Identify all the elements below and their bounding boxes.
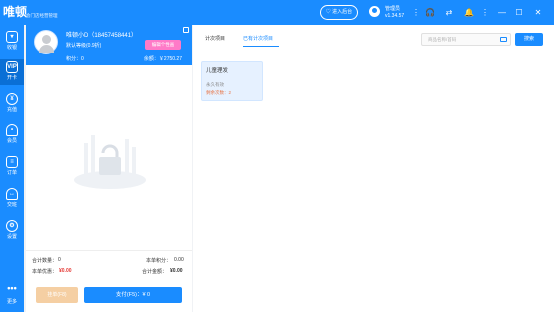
sidebar-item-recharge[interactable]: ¥ 充值: [0, 91, 24, 117]
more-dots-icon: •••: [7, 283, 17, 293]
cart-panel: 唯顿小D（18457458441） 默认等级(0.9折) 编辑个性画 积分：0 …: [26, 25, 192, 312]
recharge-icon: ¥: [6, 93, 18, 105]
sidebar-item-shift[interactable]: ↔ 交班: [0, 186, 24, 212]
search-placeholder: 商品名称/首码: [428, 37, 457, 42]
more-icon[interactable]: ⋮: [480, 8, 490, 18]
sidebar-item-label: 会员: [6, 138, 17, 144]
count-label: 合计数量：: [32, 258, 58, 264]
search-input[interactable]: 商品名称/首码: [421, 33, 511, 46]
tab-count-items[interactable]: 计次项目: [205, 35, 225, 42]
tab-owned-count-items[interactable]: 已有计次项目: [243, 35, 273, 42]
copy-icon[interactable]: [183, 27, 189, 33]
sidebar-item-member[interactable]: • 会员: [0, 122, 24, 148]
sidebar-item-label: 订单: [6, 170, 17, 176]
card-validity: 永久有效: [206, 82, 224, 87]
member-points: 积分：0: [66, 56, 84, 62]
app-logo: 唯顿: [3, 5, 28, 19]
member-icon: •: [6, 124, 18, 136]
headset-icon[interactable]: 🎧: [425, 8, 435, 18]
search-button[interactable]: 搜索: [515, 33, 543, 46]
member-avatar: [34, 30, 58, 54]
card-remaining: 剩余次数：2: [206, 90, 232, 95]
sidebar-item-label: 设置: [6, 234, 17, 240]
count-value: 0: [58, 257, 61, 263]
total-value: ¥0.00: [170, 268, 183, 274]
title-bar: 唯顿 会门店经营管理 ♡ 进入后台 管理员 v1.34.57 ⋮ 🎧 ⇄ 🔔 ⋮…: [0, 0, 554, 25]
sidebar-item-order[interactable]: ≡ 订单: [0, 154, 24, 180]
bell-icon[interactable]: 🔔: [464, 8, 474, 18]
discount-label: 本单优惠：: [32, 269, 58, 275]
total-label: 合计金额：: [142, 269, 168, 275]
vip-icon: VIP: [6, 61, 18, 73]
sidebar-item-settings[interactable]: ⚙ 设置: [0, 218, 24, 244]
pay-button[interactable]: 支付(F5)：¥ 0: [84, 287, 182, 303]
sidebar-item-cashier[interactable]: ▾ 收银: [0, 29, 24, 55]
card-title: 儿童理发: [206, 68, 229, 74]
sidebar: ▾ 收银 VIP 开卡 ¥ 充值 • 会员 ≡ 订单 ↔ 交班 ⚙ 设置 •••…: [0, 25, 24, 312]
empty-cart-illustration: [74, 135, 146, 189]
sidebar-item-label: 收银: [6, 45, 17, 51]
settings-icon: ⚙: [6, 220, 18, 232]
edit-member-button[interactable]: 编辑个性画: [145, 40, 181, 50]
sidebar-item-label: 充值: [6, 107, 17, 113]
scan-icon[interactable]: [500, 37, 507, 42]
points-label: 本单积分：: [146, 258, 172, 264]
member-name: 唯顿小D（18457458441）: [66, 33, 138, 39]
sidebar-item-more[interactable]: ••• 更多: [0, 283, 24, 309]
more-icon[interactable]: ⋮: [411, 8, 421, 18]
app-slogan: 会门店经营管理: [26, 13, 58, 18]
discount-value: ¥0.00: [59, 268, 72, 274]
order-summary: 合计数量： 0 本单积分： 0.00 本单优惠： ¥0.00 合计金额： ¥0.…: [26, 250, 192, 280]
switch-icon[interactable]: ⇄: [444, 8, 454, 18]
points-value: 0.00: [174, 257, 184, 263]
cashier-icon: ▾: [6, 31, 18, 43]
minimize-icon[interactable]: —: [497, 8, 507, 18]
sidebar-item-label: 交班: [6, 202, 17, 208]
order-icon: ≡: [6, 156, 18, 168]
active-tab-indicator: [243, 46, 279, 47]
admin-name: 管理员: [385, 6, 401, 12]
member-level: 默认等级(0.9折): [66, 43, 102, 49]
product-panel: 计次项目 已有计次项目 商品名称/首码 搜索 儿童理发 永久有效 剩余次数：2: [193, 25, 554, 312]
maximize-icon[interactable]: ☐: [514, 8, 524, 18]
admin-avatar[interactable]: [369, 6, 380, 17]
app-version: v1.34.57: [385, 13, 405, 19]
member-card[interactable]: 唯顿小D（18457458441） 默认等级(0.9折) 编辑个性画 积分：0 …: [26, 25, 192, 65]
shift-icon: ↔: [6, 188, 18, 200]
count-item-card[interactable]: 儿童理发 永久有效 剩余次数：2: [201, 61, 263, 101]
close-icon[interactable]: ✕: [533, 8, 543, 18]
hold-order-button[interactable]: 挂单(F8): [36, 287, 78, 303]
backend-button[interactable]: ♡ 进入后台: [320, 5, 358, 20]
member-balance: 余额：￥2750.27: [143, 56, 182, 62]
sidebar-item-label: 更多: [6, 299, 17, 305]
sidebar-item-card[interactable]: VIP 开卡: [0, 59, 24, 85]
sidebar-item-label: 开卡: [6, 75, 17, 81]
